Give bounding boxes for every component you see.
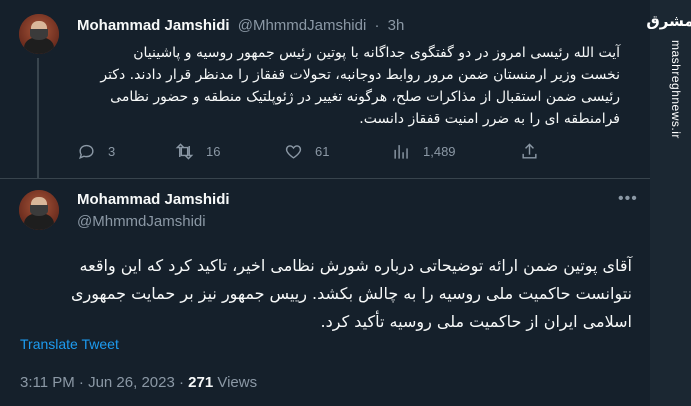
author-name[interactable]: Mohammad Jamshidi — [77, 191, 230, 208]
views-count: 1,489 — [423, 144, 456, 159]
tweet-meta: 3:11 PM · Jun 26, 2023 · 271 Views — [20, 374, 257, 391]
views-number[interactable]: 271 — [188, 374, 213, 391]
translate-tweet-link[interactable]: Translate Tweet — [20, 336, 119, 352]
tweet-timestamp[interactable]: 3:11 PM · Jun 26, 2023 · — [20, 374, 188, 391]
author-name[interactable]: Mohammad Jamshidi — [77, 17, 230, 34]
header-separator: · — [374, 17, 380, 34]
avatar[interactable] — [19, 190, 59, 230]
retweet-count: 16 — [206, 144, 221, 159]
reply-icon — [79, 144, 94, 160]
like-button[interactable]: 61 — [284, 142, 329, 161]
share-icon — [522, 143, 537, 159]
like-icon — [285, 145, 302, 159]
views-icon — [394, 145, 408, 159]
like-count: 61 — [315, 144, 330, 159]
author-handle[interactable]: @MhmmdJamshidi — [238, 17, 367, 34]
more-icon[interactable]: ••• — [618, 190, 638, 208]
reply-button[interactable]: 3 — [77, 142, 115, 161]
avatar[interactable] — [19, 14, 59, 54]
tweet-1-actions: 3 16 61 1,489 — [77, 142, 557, 164]
tweet-divider — [0, 178, 650, 179]
watermark-site: mashreghnews.ir — [669, 40, 683, 139]
tweet-1-header: Mohammad Jamshidi @MhmmdJamshidi · 3h — [77, 17, 408, 34]
author-handle[interactable]: @MhmmdJamshidi — [77, 213, 206, 230]
tweet-1[interactable]: Mohammad Jamshidi @MhmmdJamshidi · 3h آی… — [0, 0, 650, 178]
retweet-icon — [175, 143, 194, 160]
retweet-button[interactable]: 16 — [175, 142, 220, 161]
mashregh-logo: مشرق — [646, 12, 691, 30]
tweet-time[interactable]: 3h — [388, 17, 405, 34]
tweet-1-text: آیت الله رئیسی امروز در دو گفتگوی جداگان… — [100, 45, 620, 127]
tweet-2-text: آقای پوتین ضمن ارائه توضیحاتی درباره شور… — [71, 256, 632, 331]
share-button[interactable] — [520, 142, 551, 161]
reply-count: 3 — [108, 144, 116, 159]
views-button[interactable]: 1,489 — [392, 142, 456, 161]
thread-connector-line — [37, 58, 39, 178]
views-label: Views — [213, 374, 258, 391]
